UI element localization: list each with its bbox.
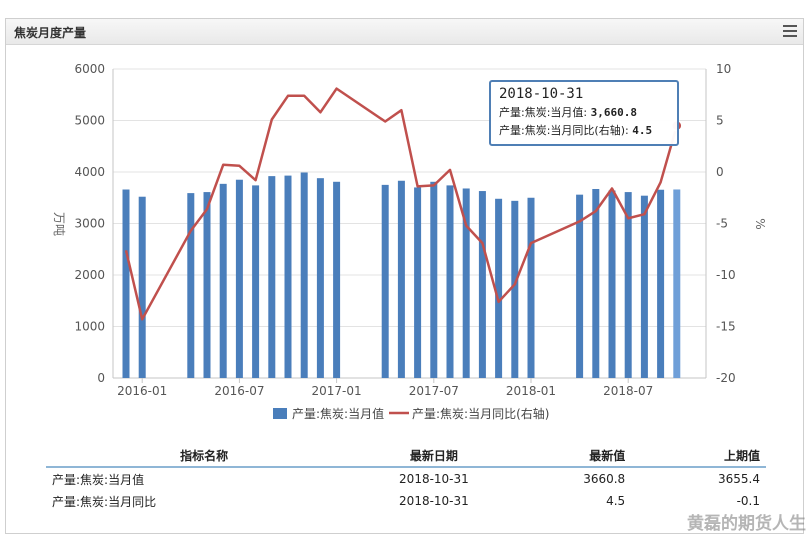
cell-latest: 3660.8 <box>583 472 626 486</box>
bar <box>235 179 243 378</box>
bar <box>430 181 438 378</box>
cell-date: 2018-10-31 <box>399 494 469 508</box>
cell-date: 2018-10-31 <box>399 472 469 486</box>
legend-line-label: 产量:焦炭:当月同比(右轴) <box>412 406 549 421</box>
y-right-tick-label: -10 <box>716 268 736 282</box>
bar <box>203 192 211 378</box>
bar <box>608 190 616 378</box>
cell-previous: 3655.4 <box>718 472 760 486</box>
x-tick-label: 2016-07 <box>214 384 264 398</box>
y-right-tick-label: -5 <box>716 217 728 231</box>
indicator-table: 指标名称 最新日期 最新值 上期值 产量:焦炭:当月值 2018-10-31 3… <box>46 444 766 512</box>
y-left-tick-label: 0 <box>97 371 105 385</box>
th-latest-value: 最新值 <box>505 444 632 468</box>
legend-bar-swatch <box>273 408 287 419</box>
tooltip-row-1: 产量:焦炭:当月值: 3,660.8 <box>499 104 669 120</box>
bar <box>511 200 519 378</box>
bar <box>333 181 341 378</box>
y-left-tick-label: 2000 <box>74 268 105 282</box>
y-left-tick-label: 5000 <box>74 114 105 128</box>
watermark: 黄磊的期货人生 <box>687 514 806 534</box>
bar <box>446 185 454 378</box>
table-row: 产量:焦炭:当月同比 2018-10-31 4.5 -0.1 <box>46 490 766 512</box>
bar <box>478 191 486 378</box>
cell-indicator: 产量:焦炭:当月同比 <box>52 494 157 509</box>
th-latest-date: 最新日期 <box>362 444 506 468</box>
tooltip-date: 2018-10-31 <box>499 86 584 102</box>
tooltip-row-1-value: 3,660.8 <box>590 106 637 119</box>
cell-indicator: 产量:焦炭:当月值 <box>52 472 145 487</box>
y-right-tick-label: 0 <box>716 165 724 179</box>
y-right-tick-label: -15 <box>716 320 736 334</box>
chart-tooltip: 2018-10-31 产量:焦炭:当月值: 3,660.8 产量:焦炭:当月同比… <box>489 80 679 146</box>
bar <box>657 189 665 378</box>
table-header-row: 指标名称 最新日期 最新值 上期值 <box>46 444 766 468</box>
x-tick-label: 2017-07 <box>409 384 459 398</box>
y-right-tick-label: 5 <box>716 114 724 128</box>
bar <box>624 192 632 378</box>
th-previous-value: 上期值 <box>631 444 766 468</box>
bar <box>138 196 146 378</box>
bar <box>397 180 405 378</box>
x-tick-label: 2017-01 <box>312 384 362 398</box>
y-left-tick-label: 3000 <box>74 217 105 231</box>
combo-chart: 0 1000 2000 3000 4000 5000 6000 -20 -15 -10 -5 0 5 10… <box>52 62 767 421</box>
bar <box>640 195 648 378</box>
bar <box>187 193 195 378</box>
y-right-tick-label: -20 <box>716 371 736 385</box>
bar <box>284 175 292 378</box>
bar <box>414 187 422 378</box>
bar <box>527 197 535 378</box>
bar <box>316 178 324 378</box>
bar <box>673 189 681 378</box>
x-tick-label: 2018-01 <box>506 384 556 398</box>
x-tick-label: 2018-07 <box>603 384 653 398</box>
table-row: 产量:焦炭:当月值 2018-10-31 3660.8 3655.4 <box>46 467 766 490</box>
y-right-axis-label: % <box>753 218 767 229</box>
tooltip-row-1-label: 产量:焦炭:当月值: <box>499 106 588 119</box>
y-left-axis-label: 万吨 <box>52 212 66 236</box>
bar <box>252 185 260 378</box>
y-left-tick-label: 4000 <box>74 165 105 179</box>
tooltip-row-2-value: 4.5 <box>632 124 653 137</box>
bar <box>300 172 308 378</box>
cell-latest: 4.5 <box>606 494 626 508</box>
y-right-tick-label: 10 <box>716 62 731 76</box>
legend-bar-label: 产量:焦炭:当月值 <box>292 406 384 421</box>
bar <box>268 176 276 378</box>
bar <box>381 184 389 378</box>
y-left-tick-label: 1000 <box>74 320 105 334</box>
th-indicator: 指标名称 <box>46 444 363 468</box>
x-tick-label: 2016-01 <box>117 384 167 398</box>
bar <box>592 188 600 378</box>
bar <box>219 183 227 378</box>
bar <box>122 189 130 378</box>
tooltip-row-2-label: 产量:焦炭:当月同比(右轴): <box>499 124 629 137</box>
tooltip-row-2: 产量:焦炭:当月同比(右轴): 4.5 <box>499 122 669 138</box>
y-left-tick-label: 6000 <box>74 62 105 76</box>
